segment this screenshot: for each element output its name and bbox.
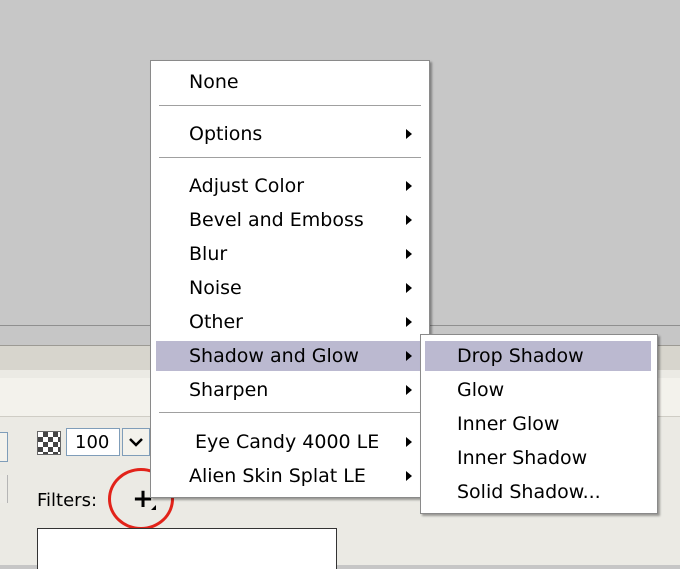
menu-item-label: Eye Candy 4000 LE	[195, 431, 380, 453]
submenu-arrow-icon	[406, 317, 412, 327]
menu-item-label: Other	[189, 311, 243, 333]
submenu-item-label: Inner Shadow	[457, 447, 588, 469]
submenu-arrow-icon	[406, 129, 412, 139]
menu-item-noise[interactable]: Noise	[156, 273, 422, 303]
filter-list[interactable]	[37, 528, 337, 569]
panel-edge-field	[0, 475, 8, 503]
menu-item-none[interactable]: None	[156, 67, 422, 97]
submenu-arrow-icon	[406, 385, 412, 395]
menu-item-adjust-color[interactable]: Adjust Color	[156, 171, 422, 201]
chevron-down-icon	[129, 438, 143, 447]
menu-item-label: Adjust Color	[189, 175, 305, 197]
submenu-arrow-icon	[406, 181, 412, 191]
submenu-arrow-icon	[406, 283, 412, 293]
submenu-item-drop-shadow[interactable]: Drop Shadow	[425, 341, 651, 371]
menu-item-blur[interactable]: Blur	[156, 239, 422, 269]
submenu-item-glow[interactable]: Glow	[425, 375, 651, 405]
menu-item-label: Noise	[189, 277, 242, 299]
submenu-item-inner-glow[interactable]: Inner Glow	[425, 409, 651, 439]
transparency-swatch-icon	[37, 431, 61, 455]
filter-menu: None Options Adjust Color Bevel and Emboss B…	[150, 60, 430, 498]
menu-item-eye-candy-4000-le[interactable]: Eye Candy 4000 LE	[156, 427, 422, 457]
menu-item-other[interactable]: Other	[156, 307, 422, 337]
menu-item-label: Sharpen	[189, 379, 269, 401]
submenu-arrow-icon	[406, 351, 412, 361]
menu-separator	[159, 412, 421, 413]
submenu-item-label: Drop Shadow	[457, 345, 584, 367]
menu-item-label: Alien Skin Splat LE	[189, 465, 366, 487]
panel-edge-field[interactable]	[0, 432, 8, 462]
submenu-arrow-icon	[406, 471, 412, 481]
shadow-and-glow-submenu: Drop Shadow Glow Inner Glow Inner Shadow Sol…	[420, 334, 658, 514]
menu-item-sharpen[interactable]: Sharpen	[156, 375, 422, 405]
submenu-arrow-icon	[406, 215, 412, 225]
menu-item-options[interactable]: Options	[156, 119, 422, 149]
filters-label: Filters:	[37, 490, 98, 511]
menu-item-label: Options	[189, 123, 263, 145]
menu-item-alien-skin-splat-le[interactable]: Alien Skin Splat LE	[156, 461, 422, 491]
opacity-input[interactable]: 100	[66, 428, 120, 456]
submenu-item-solid-shadow[interactable]: Solid Shadow...	[425, 477, 651, 507]
submenu-item-label: Glow	[457, 379, 505, 401]
menu-item-label: Blur	[189, 243, 228, 265]
menu-separator	[159, 157, 421, 158]
menu-item-bevel-and-emboss[interactable]: Bevel and Emboss	[156, 205, 422, 235]
submenu-arrow-icon	[406, 437, 412, 447]
submenu-item-label: Inner Glow	[457, 413, 560, 435]
menu-item-label: Shadow and Glow	[189, 345, 359, 367]
menu-item-label: Bevel and Emboss	[189, 209, 364, 231]
menu-item-shadow-and-glow[interactable]: Shadow and Glow	[156, 341, 422, 371]
submenu-item-label: Solid Shadow...	[457, 481, 601, 503]
submenu-arrow-icon	[406, 249, 412, 259]
menu-separator	[159, 105, 421, 106]
submenu-item-inner-shadow[interactable]: Inner Shadow	[425, 443, 651, 473]
menu-item-label: None	[189, 71, 239, 93]
opacity-dropdown-button[interactable]	[122, 428, 150, 456]
